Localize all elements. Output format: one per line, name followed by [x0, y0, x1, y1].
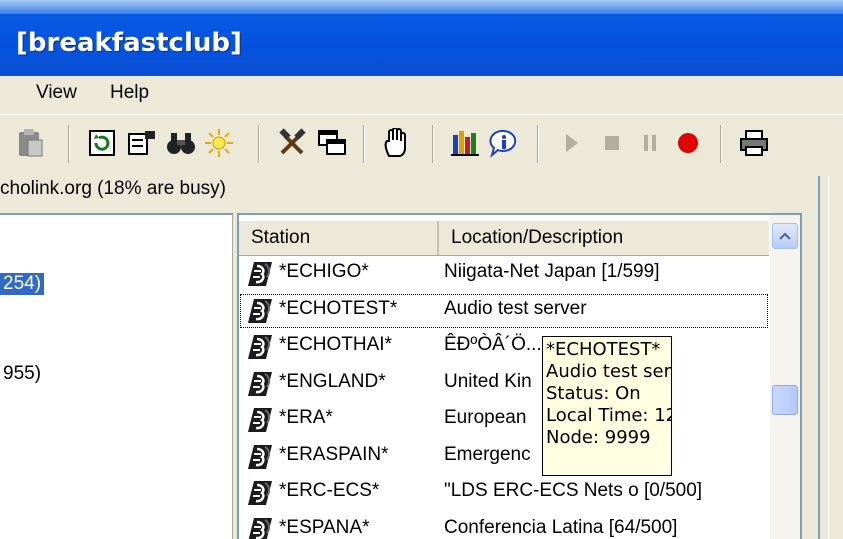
info-icon[interactable] — [488, 127, 520, 159]
tree-item[interactable]: 955) — [0, 363, 44, 385]
menu-bar: View Help — [0, 76, 843, 114]
find-icon[interactable] — [165, 127, 197, 159]
sun-icon[interactable] — [203, 127, 235, 159]
station-location: Emergenc — [444, 443, 531, 465]
table-row[interactable]: *ERC-ECS* "LDS ERC-ECS Nets o [0/500] — [239, 475, 769, 511]
echolink-station-icon — [245, 442, 275, 472]
window-title: [breakfastclub] — [16, 28, 242, 58]
list-header: Station Location/Description — [239, 221, 769, 256]
toolbar-separator — [432, 125, 434, 163]
table-row[interactable]: *ERASPAIN* Emergenc — [239, 439, 769, 475]
toolbar-separator — [537, 125, 539, 163]
station-location: "LDS ERC-ECS Nets o [0/500] — [444, 480, 703, 501]
properties-icon[interactable] — [126, 127, 158, 159]
vertical-scrollbar[interactable] — [770, 215, 800, 539]
table-row[interactable]: *ECHOTHAI* ÊÐºÒÂ´Ö... — [239, 329, 769, 365]
station-location: ÊÐºÒÂ´Ö... — [444, 334, 542, 355]
print-icon[interactable] — [738, 127, 770, 159]
station-location: United Kin — [444, 370, 532, 392]
echolink-station-icon — [245, 296, 275, 326]
scroll-up-button[interactable] — [772, 223, 798, 249]
toolbar — [0, 114, 843, 172]
station-tooltip: *ECHOTEST* Audio test server Status: On … — [542, 336, 672, 476]
station-location: European — [444, 407, 527, 428]
tooltip-local-time: Local Time: 12:04 — [546, 405, 671, 426]
station-location: Audio test server — [444, 297, 587, 319]
tooltip-node: Node: 9999 — [546, 427, 651, 448]
tooltip-station: *ECHOTEST* — [546, 339, 661, 360]
echolink-station-icon — [245, 369, 275, 399]
station-callsign: *ERASPAIN* — [279, 443, 389, 465]
menu-view[interactable]: View — [36, 82, 77, 104]
chart-icon[interactable] — [449, 127, 481, 159]
menu-help[interactable]: Help — [110, 82, 149, 104]
station-callsign: *ECHOTHAI* — [279, 334, 392, 355]
refresh-icon[interactable] — [86, 127, 118, 159]
record-icon[interactable] — [672, 127, 704, 159]
toolbar-separator — [363, 125, 365, 163]
station-callsign: *ESPANA* — [279, 516, 370, 538]
play-icon[interactable] — [556, 127, 588, 159]
column-header-location[interactable]: Location/Description — [439, 221, 769, 255]
tree-item-selected[interactable]: 254) — [0, 273, 45, 295]
table-row[interactable]: *ERA* European — [239, 402, 769, 438]
scrollbar-thumb[interactable] — [772, 385, 798, 415]
echolink-station-icon — [245, 332, 275, 362]
column-header-station[interactable]: Station — [239, 221, 439, 255]
table-row[interactable]: *ENGLAND* United Kin — [239, 366, 769, 402]
station-callsign: *ENGLAND* — [279, 370, 386, 392]
pause-icon[interactable] — [634, 127, 666, 159]
station-callsign: *ECHIGO* — [279, 261, 369, 282]
station-callsign: *ERC-ECS* — [279, 480, 380, 501]
windows-icon[interactable] — [316, 127, 348, 159]
station-tree[interactable]: 254) 955) — [0, 213, 233, 539]
table-row[interactable]: *ESPANA* Conferencia Latina [64/500] — [239, 512, 769, 539]
station-list[interactable]: Station Location/Description *ECHIGO* Nii… — [237, 213, 802, 539]
stop-icon[interactable] — [596, 127, 628, 159]
toolbar-separator — [258, 125, 260, 163]
right-pane — [806, 172, 843, 539]
station-location: Conferencia Latina [64/500] — [444, 516, 678, 538]
tooltip-status: Status: On — [546, 383, 641, 404]
station-location: Niigata-Net Japan [1/599] — [444, 261, 660, 282]
tools-icon[interactable] — [276, 127, 308, 159]
table-row[interactable]: *ECHIGO* Niigata-Net Japan [1/599] — [239, 256, 769, 292]
hand-icon[interactable] — [380, 127, 412, 159]
title-bar[interactable]: [breakfastclub] — [0, 0, 843, 76]
toolbar-separator — [720, 125, 722, 163]
toolbar-separator — [68, 125, 70, 163]
echolink-station-icon — [245, 259, 275, 289]
echolink-station-icon — [245, 405, 275, 435]
pane-splitter[interactable] — [818, 176, 829, 539]
paste-icon[interactable] — [14, 127, 46, 159]
echolink-station-icon — [245, 478, 275, 508]
server-status-text: cholink.org (18% are busy) — [0, 178, 226, 199]
table-row[interactable]: *ECHOTEST* Audio test server — [239, 293, 769, 329]
station-callsign: *ERA* — [279, 407, 333, 428]
echolink-station-icon — [245, 515, 275, 539]
station-callsign: *ECHOTEST* — [279, 297, 398, 319]
tooltip-description: Audio test server — [546, 361, 672, 382]
